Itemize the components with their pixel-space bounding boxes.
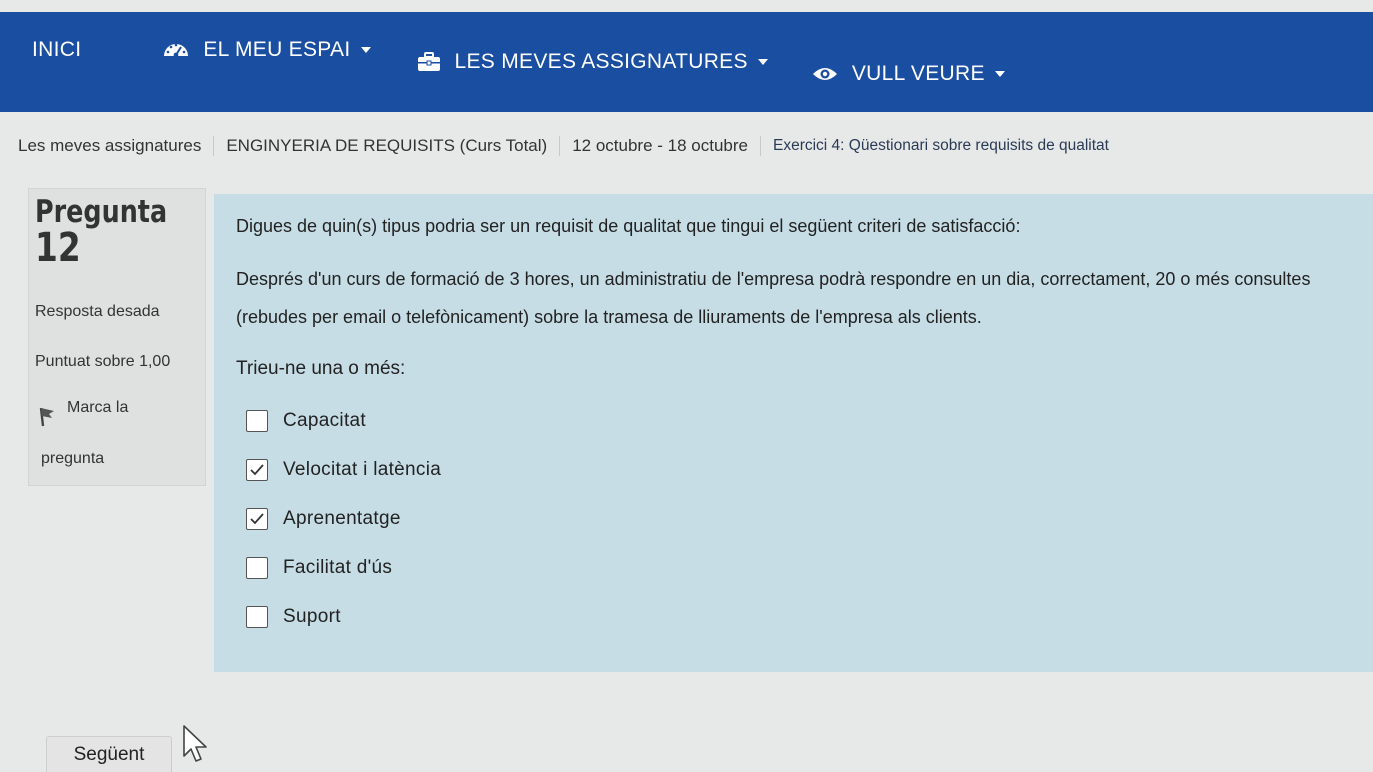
breadcrumb: Les meves assignatures ENGINYERIA DE REQ… <box>18 136 1358 156</box>
question-state: Resposta desada <box>35 303 160 320</box>
question-criterion: Després d'un curs de formació de 3 hores… <box>236 269 1311 327</box>
flag-question-label-2[interactable]: pregunta <box>41 450 205 468</box>
answer-option[interactable]: Aprenentatge <box>246 494 1373 543</box>
breadcrumb-week[interactable]: 12 octubre - 18 octubre <box>572 136 748 156</box>
answer-list: Capacitat Velocitat i latència Aprenentatg… <box>246 396 1373 641</box>
answer-label: Capacitat <box>283 409 366 431</box>
caret-down-icon <box>757 59 768 65</box>
nav-home-label: INICI <box>32 38 82 61</box>
answer-label: Facilitat d'ús <box>283 556 393 578</box>
briefcase-icon <box>417 52 441 72</box>
breadcrumb-divider <box>759 136 761 156</box>
top-navbar: INICI EL MEU ESPAI LES MEVES ASSIGNATURE… <box>0 12 1373 112</box>
mouse-pointer-icon <box>182 724 212 771</box>
check-icon <box>250 512 264 524</box>
checkbox-unchecked[interactable] <box>246 556 268 579</box>
flag-icon <box>37 405 55 432</box>
question-grade: Puntuat sobre 1,00 <box>35 353 171 370</box>
answer-label: Suport <box>283 605 341 627</box>
checkbox-checked[interactable] <box>246 458 268 481</box>
check-icon <box>250 463 264 475</box>
answer-option[interactable]: Facilitat d'ús <box>246 543 1373 592</box>
dashboard-icon <box>163 40 189 60</box>
checkbox-unchecked[interactable] <box>246 409 268 432</box>
checkbox-checked[interactable] <box>246 507 268 530</box>
answer-label: Velocitat i latència <box>283 458 442 480</box>
caret-down-icon <box>994 71 1005 77</box>
question-content: Digues de quin(s) tipus podria ser un re… <box>214 194 1373 672</box>
nav-my-space-menu[interactable]: EL MEU ESPAI <box>163 30 371 70</box>
breadcrumb-divider <box>559 136 561 156</box>
breadcrumb-quiz[interactable]: Exercici 4: Qüestionari sobre requisits … <box>773 137 1109 155</box>
question-title: Pregunta <box>35 194 168 230</box>
nav-want-to-see-label: VULL VEURE <box>851 62 985 85</box>
checkbox-unchecked[interactable] <box>246 605 268 628</box>
nav-home-link[interactable]: INICI <box>32 30 81 70</box>
question-text: Digues de quin(s) tipus podria ser un re… <box>236 216 1021 236</box>
nav-my-courses-label: LES MEVES ASSIGNATURES <box>454 50 748 73</box>
nav-want-to-see-menu[interactable]: VULL VEURE <box>812 54 1005 94</box>
next-button[interactable]: Següent <box>46 736 172 772</box>
flag-question-link[interactable]: Marca la <box>35 399 205 432</box>
question-info-panel: Pregunta 12 Resposta desada Puntuat sobr… <box>28 188 206 486</box>
answer-option[interactable]: Capacitat <box>246 396 1373 445</box>
breadcrumb-divider <box>213 136 215 156</box>
answer-option[interactable]: Suport <box>246 592 1373 641</box>
question-number: 12 <box>35 225 81 271</box>
caret-down-icon <box>360 47 371 53</box>
flag-question-label: Marca la <box>67 399 129 416</box>
answer-prompt: Trieu-ne una o més: <box>236 358 406 379</box>
eye-icon <box>812 66 838 82</box>
nav-my-courses-menu[interactable]: LES MEVES ASSIGNATURES <box>417 42 768 82</box>
answer-label: Aprenentatge <box>283 507 401 529</box>
answer-option[interactable]: Velocitat i latència <box>246 445 1373 494</box>
nav-my-space-label: EL MEU ESPAI <box>203 38 351 61</box>
breadcrumb-course[interactable]: ENGINYERIA DE REQUISITS (Curs Total) <box>226 136 547 156</box>
breadcrumb-my-courses[interactable]: Les meves assignatures <box>18 136 201 156</box>
